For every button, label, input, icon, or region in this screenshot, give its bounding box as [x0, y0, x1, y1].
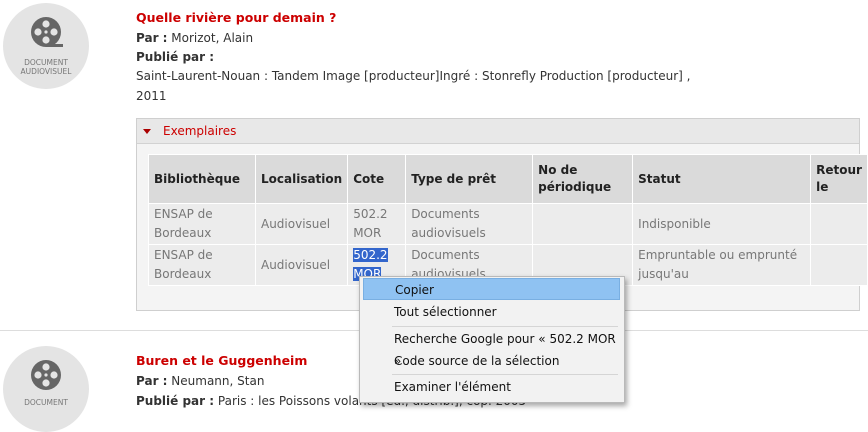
menu-separator — [392, 374, 618, 375]
film-reel-icon — [31, 360, 61, 390]
cell-type-de-pret: Documents audiovisuels — [405, 203, 534, 245]
column-header: Statut — [632, 154, 812, 204]
menu-item-inspect-element[interactable]: Examiner l'élément — [363, 376, 620, 398]
menu-item-select-all[interactable]: Tout sélectionner — [363, 301, 620, 323]
cell-bibliotheque: ENSAP de Bordeaux — [148, 244, 256, 286]
column-header: Type de prêt — [405, 154, 534, 204]
table-row: ENSAP de Bordeaux Audiovisuel 502.2 MOR D… — [148, 203, 868, 245]
exemplaires-table: Bibliothèque Localisation Cote Type de p… — [148, 154, 868, 286]
author-label: Par : — [136, 31, 168, 45]
cell-statut: Indisponible — [632, 203, 812, 245]
record-title[interactable]: Quelle rivière pour demain ? — [136, 10, 336, 25]
exemplaires-toggle[interactable]: Exemplaires — [137, 119, 859, 144]
thumbnail-caption: DOCUMENT — [24, 58, 68, 67]
context-menu: Copier Tout sélectionner Recherche Googl… — [359, 276, 625, 403]
menu-separator — [392, 326, 618, 327]
exemplaires-label: Exemplaires — [163, 124, 237, 138]
collapse-triangle-icon — [143, 129, 151, 134]
column-header: Retour le — [810, 154, 868, 204]
cell-no-periodique — [532, 203, 634, 245]
published-label: Publié par : — [136, 50, 215, 64]
cell-cote: 502.2 MOR — [347, 203, 407, 245]
author-label: Par : — [136, 374, 168, 388]
cell-retour — [810, 203, 868, 245]
menu-item-copy[interactable]: Copier — [363, 278, 620, 300]
cell-localisation: Audiovisuel — [254, 203, 349, 245]
record-title[interactable]: Buren et le Guggenheim — [136, 353, 307, 368]
thumbnail-caption: DOCUMENT — [24, 398, 68, 407]
selected-text[interactable]: 502.2 — [353, 248, 388, 262]
author-value: Morizot, Alain — [171, 31, 254, 45]
author-line: Par : Morizot, Alain — [136, 31, 253, 45]
cell-statut: Empruntable ou emprunté jusqu'au — [632, 244, 812, 286]
cell-localisation: Audiovisuel — [254, 244, 349, 286]
thumbnail-caption: AUDIOVISUEL — [20, 67, 72, 76]
column-header: Cote — [347, 154, 407, 204]
cell-bibliotheque: ENSAP de Bordeaux — [148, 203, 256, 245]
menu-item-view-selection-source[interactable]: Code source de la sélection — [363, 350, 620, 372]
column-header: No de périodique — [532, 154, 634, 204]
column-header: Localisation — [254, 154, 349, 204]
film-reel-icon — [31, 17, 63, 47]
author-value: Neumann, Stan — [171, 374, 265, 388]
audiovisual-document-thumbnail[interactable]: DOCUMENT — [3, 346, 89, 432]
publication-year: 2011 — [136, 89, 167, 103]
author-line: Par : Neumann, Stan — [136, 374, 264, 388]
column-header: Bibliothèque — [148, 154, 256, 204]
publisher-value: Saint-Laurent-Nouan : Tandem Image [prod… — [136, 69, 691, 83]
menu-item-google-search[interactable]: Recherche Google pour « 502.2 MOR » — [363, 328, 620, 368]
audiovisual-document-thumbnail[interactable]: DOCUMENT AUDIOVISUEL — [3, 3, 89, 89]
published-label: Publié par : — [136, 394, 215, 408]
cell-retour — [810, 244, 868, 286]
table-header-row: Bibliothèque Localisation Cote Type de p… — [148, 154, 868, 204]
